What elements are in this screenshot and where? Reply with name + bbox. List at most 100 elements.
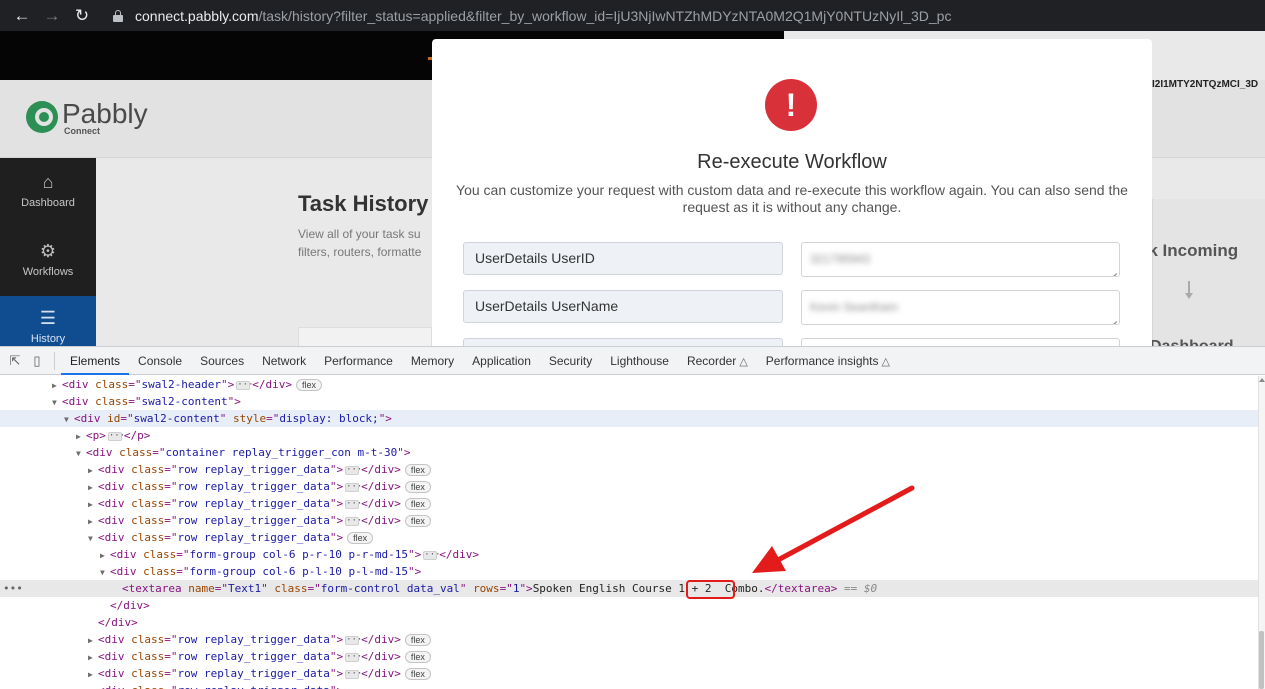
- dom-node[interactable]: ▶ <div class="row replay_trigger_data"> ··…: [0, 665, 1258, 682]
- attr-value: form-group col-6 p-l-10 p-l-md-15: [189, 565, 409, 578]
- sidebar-item-workflows[interactable]: ⚙ Workflows: [0, 241, 96, 278]
- flex-badge[interactable]: flex: [404, 634, 431, 646]
- dom-node[interactable]: ▶ <div class="swal2-header"> ···</div> flex: [0, 376, 1258, 393]
- dom-node[interactable]: ▼ <div class="swal2-content">: [0, 393, 1258, 410]
- textarea-content: Spoken English Course 1: [532, 582, 686, 595]
- ellipsis-icon[interactable]: ···: [423, 550, 441, 560]
- ellipsis-icon[interactable]: ···: [345, 482, 362, 492]
- attr-value: Text1: [227, 582, 262, 595]
- attr-value: swal2-header: [141, 378, 221, 391]
- tab-label: Performance insights: [765, 353, 879, 368]
- ellipsis-icon[interactable]: ···: [345, 669, 362, 679]
- field-value: Kevin Seantham: [810, 300, 899, 314]
- scroll-up-icon[interactable]: [1259, 378, 1265, 382]
- header-token-text: I2I1MTY2NTQzMCI_3D: [1152, 79, 1259, 90]
- tab-sources[interactable]: Sources: [191, 347, 253, 375]
- tab-elements[interactable]: Elements: [61, 347, 130, 375]
- dom-tree: ▶ <div class="swal2-header"> ···</div> flex…: [0, 376, 1258, 689]
- workflow-step-label: Dashboard: [1150, 338, 1234, 346]
- tab-performance[interactable]: Performance: [315, 347, 402, 375]
- field-input[interactable]: [801, 338, 1120, 346]
- dom-node[interactable]: ▼ <div class="container replay_trigger_co…: [0, 444, 1258, 461]
- dom-node[interactable]: ▶ <div class="row replay_trigger_data"> ··…: [0, 631, 1258, 648]
- field-input[interactable]: Kevin Seantham: [801, 290, 1120, 325]
- pabbly-logo[interactable]: Pabbly Connect: [26, 99, 148, 136]
- modal-title: Re-execute Workflow: [697, 151, 887, 173]
- tab-security[interactable]: Security: [540, 347, 601, 375]
- browser-toolbar: ← → ↻ connect.pabbly.com/task/history?fi…: [0, 0, 1265, 31]
- attr-value: row replay_trigger_data: [177, 480, 330, 493]
- ellipsis-icon[interactable]: ···: [345, 499, 362, 509]
- flex-badge[interactable]: flex: [404, 481, 431, 493]
- dom-node[interactable]: ▶ <div class="form-group col-6 p-r-10 p-r…: [0, 546, 1258, 563]
- sidebar-item-label: Dashboard: [21, 197, 75, 209]
- tab-lighthouse[interactable]: Lighthouse: [601, 347, 678, 375]
- attr-value: row replay_trigger_data: [178, 684, 330, 689]
- flex-badge[interactable]: flex: [404, 498, 431, 510]
- history-icon: ☰: [39, 308, 57, 328]
- arrow-down-icon: [1185, 281, 1193, 303]
- flex-badge[interactable]: flex: [404, 651, 431, 663]
- dom-node[interactable]: ▶ <div class="row replay_trigger_data"> ··…: [0, 512, 1258, 529]
- dom-node[interactable]: ▼ <div class="row replay_trigger_data"> fl…: [0, 529, 1258, 546]
- attr-value: row replay_trigger_data: [177, 650, 330, 663]
- workflow-step-label: ok Incoming: [1138, 241, 1239, 260]
- tab-performance-insights[interactable]: Performance insights △: [757, 347, 899, 375]
- dom-node[interactable]: ▶ <div class="row replay_trigger_data"> ··…: [0, 648, 1258, 665]
- dom-node[interactable]: ▶ <div class="row replay_trigger_data"> ··…: [0, 478, 1258, 495]
- selected-dom-node[interactable]: ••• <textarea name="Text1" class="form-c…: [0, 580, 1258, 597]
- flask-icon: △: [739, 355, 748, 368]
- attr-value: display: block;: [279, 412, 379, 425]
- resize-grip-icon[interactable]: [1109, 266, 1117, 274]
- dom-node[interactable]: ▼ <div class="form-group col-6 p-l-10 p-l…: [0, 563, 1258, 580]
- dom-node[interactable]: </div>: [0, 614, 1258, 631]
- ellipsis-icon[interactable]: ···: [107, 431, 125, 441]
- ellipsis-icon[interactable]: ···: [236, 380, 254, 390]
- flex-badge[interactable]: flex: [347, 532, 374, 544]
- flex-badge[interactable]: flex: [404, 515, 431, 527]
- ellipsis-icon[interactable]: ···: [345, 652, 362, 662]
- devtools-tabbar: ⇱ ▯ Elements Console Sources Network Per…: [0, 347, 1265, 375]
- dom-node[interactable]: ▶ <p> ···</p>: [0, 427, 1258, 444]
- dom-node[interactable]: </div>: [0, 597, 1258, 614]
- dom-node[interactable]: ▶ <div class="row replay_trigger_data"> ··…: [0, 461, 1258, 478]
- attr-value: container replay_trigger_con m-t-30: [165, 446, 398, 459]
- warning-icon: !: [765, 79, 817, 131]
- scrollbar-thumb[interactable]: [1259, 631, 1264, 689]
- sidebar-item-dashboard[interactable]: ⌂ Dashboard: [0, 172, 96, 209]
- address-bar[interactable]: connect.pabbly.com/task/history?filter_s…: [113, 4, 951, 28]
- ellipsis-icon[interactable]: ···: [345, 465, 362, 475]
- attr-value: swal2-content: [141, 395, 228, 408]
- arrow-right-icon[interactable]: →: [37, 0, 67, 31]
- tab-recorder[interactable]: Recorder △: [678, 347, 757, 375]
- tab-application[interactable]: Application: [463, 347, 540, 375]
- attr-value: row replay_trigger_data: [177, 514, 330, 527]
- dom-node[interactable]: ▶ <div class="row replay_trigger_data"> ··…: [0, 495, 1258, 512]
- flex-badge[interactable]: flex: [404, 668, 431, 680]
- ellipsis-icon[interactable]: ···: [345, 516, 362, 526]
- flex-badge[interactable]: flex: [295, 379, 322, 391]
- attr-value: form-group col-6 p-r-10 p-r-md-15: [189, 548, 409, 561]
- reload-icon[interactable]: ↻: [67, 0, 97, 31]
- url-path: /task/history?filter_status=applied&filt…: [258, 7, 952, 24]
- tab-network[interactable]: Network: [253, 347, 315, 375]
- field-label: [463, 338, 783, 346]
- tab-console[interactable]: Console: [129, 347, 191, 375]
- dom-node[interactable]: ▶<div class="row replay_trigger_data">: [0, 682, 1258, 689]
- field-input[interactable]: 321795943: [801, 242, 1120, 277]
- sidebar: ⌂ Dashboard ⚙ Workflows ☰ History: [0, 158, 96, 346]
- inspect-element-icon[interactable]: ⇱: [4, 347, 26, 375]
- sidebar-item-history[interactable]: ☰ History: [0, 296, 96, 346]
- field-value: 321795943: [810, 252, 871, 266]
- tab-memory[interactable]: Memory: [402, 347, 463, 375]
- workflows-icon: ⚙: [39, 241, 57, 261]
- flex-badge[interactable]: flex: [404, 464, 431, 476]
- selection-marker: == $0: [844, 582, 878, 595]
- resize-grip-icon[interactable]: [1109, 314, 1117, 322]
- attr-value: row replay_trigger_data: [177, 463, 330, 476]
- node-actions-icon[interactable]: •••: [3, 580, 23, 597]
- device-toolbar-icon[interactable]: ▯: [26, 347, 48, 375]
- arrow-left-icon[interactable]: ←: [7, 0, 37, 31]
- ellipsis-icon[interactable]: ···: [345, 635, 362, 645]
- dom-node[interactable]: ▼ <div id="swal2-content" style="display:…: [0, 410, 1258, 427]
